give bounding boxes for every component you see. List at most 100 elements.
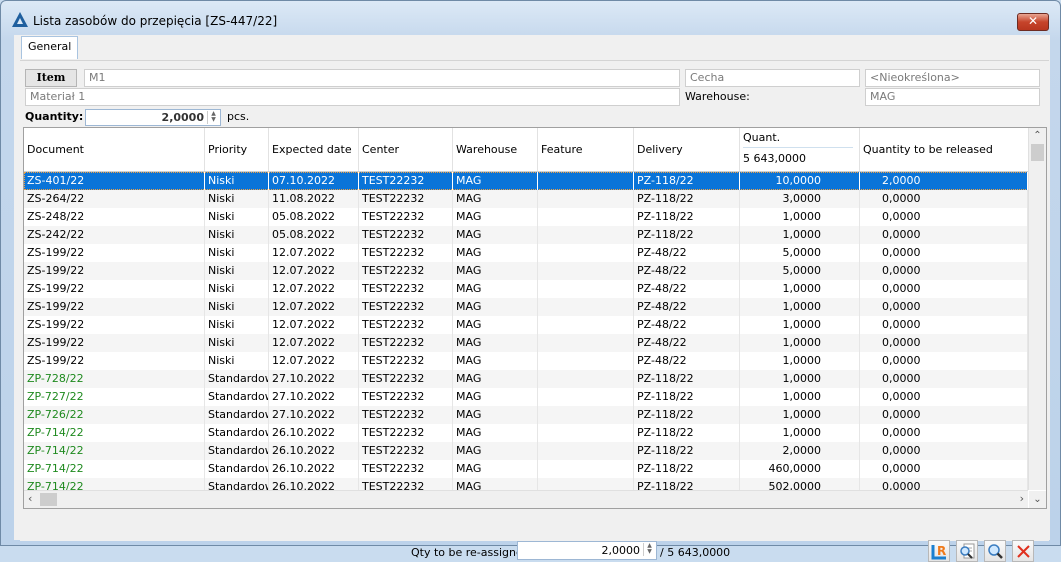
cell-delivery: PZ-48/22 xyxy=(634,298,740,316)
cell-document: ZS-199/22 xyxy=(24,298,205,316)
table-row[interactable]: ZS-242/22 Niski 05.08.2022 TEST22232 MAG PZ-1… xyxy=(24,226,1028,244)
scroll-up-icon[interactable]: ⌃ xyxy=(1029,130,1046,141)
window-close-button[interactable]: ✕ xyxy=(1017,13,1049,31)
col-center[interactable]: Center xyxy=(359,128,453,171)
item-name-field[interactable]: Materiał 1 xyxy=(25,88,680,106)
cell-warehouse: MAG xyxy=(453,172,538,190)
item-code-field[interactable]: M1 xyxy=(84,69,680,87)
cell-release: 0,0000 xyxy=(860,388,1028,406)
cell-document: ZS-199/22 xyxy=(24,352,205,370)
tab-general[interactable]: General xyxy=(21,36,79,59)
scroll-left-icon[interactable]: ‹ xyxy=(28,492,32,505)
scroll-right-icon[interactable]: › xyxy=(1020,492,1024,505)
table-row[interactable]: ZS-199/22 Niski 12.07.2022 TEST22232 MAG PZ-4… xyxy=(24,352,1028,370)
horizontal-scrollbar[interactable]: ‹ › xyxy=(24,490,1028,508)
cell-warehouse: MAG xyxy=(453,280,538,298)
cell-feature xyxy=(538,370,634,388)
table-row[interactable]: ZP-714/22Standardowy26.10.2022TEST22232M… xyxy=(24,460,1028,478)
quantity-input[interactable]: 2,0000 ▲ ▼ xyxy=(85,109,221,126)
close-button[interactable] xyxy=(1012,540,1034,562)
quantity-label: Quantity: xyxy=(25,110,84,123)
table-row[interactable]: ZS-401/22 Niski 07.10.2022 TEST22232 MAG PZ-1… xyxy=(24,172,1028,190)
table-row[interactable]: ZP-714/22Standardowy26.10.2022TEST22232M… xyxy=(24,424,1028,442)
table-row[interactable]: ZP-726/22Standardowy27.10.2022TEST22232M… xyxy=(24,406,1028,424)
vertical-scroll-thumb[interactable] xyxy=(1031,144,1044,161)
col-delivery[interactable]: Delivery xyxy=(634,128,740,171)
feature-value-field[interactable]: <Nieokreślona> xyxy=(865,69,1040,87)
cell-delivery: PZ-48/22 xyxy=(634,316,740,334)
cell-feature xyxy=(538,334,634,352)
scroll-down-icon[interactable]: ⌄ xyxy=(1029,491,1046,508)
cell-document: ZP-714/22 xyxy=(24,460,205,478)
cell-date: 11.08.2022 xyxy=(269,190,359,208)
vertical-scrollbar[interactable]: ⌃ xyxy=(1028,128,1046,490)
cell-quant: 5,0000 xyxy=(740,244,860,262)
col-expected-date[interactable]: Expected date xyxy=(269,128,359,171)
warehouse-field[interactable]: MAG xyxy=(865,88,1040,106)
item-button[interactable]: Item xyxy=(25,69,77,87)
col-feature[interactable]: Feature xyxy=(538,128,634,171)
cell-warehouse: MAG xyxy=(453,424,538,442)
col-quant[interactable]: Quant. 5 643,0000 xyxy=(740,128,860,171)
cell-date: 27.10.2022 xyxy=(269,370,359,388)
warehouse-label: Warehouse: xyxy=(685,90,750,103)
cell-center: TEST22232 xyxy=(359,442,453,460)
cell-delivery: PZ-48/22 xyxy=(634,352,740,370)
col-quantity-to-release[interactable]: Quantity to be released xyxy=(860,128,1028,171)
title-bar: Lista zasobów do przepięcia [ZS-447/22] … xyxy=(1,1,1060,34)
cell-center: TEST22232 xyxy=(359,262,453,280)
cell-center: TEST22232 xyxy=(359,334,453,352)
table-row[interactable]: ZP-728/22Standardowy27.10.2022TEST22232M… xyxy=(24,370,1028,388)
cell-document: ZP-727/22 xyxy=(24,388,205,406)
cell-quant: 3,0000 xyxy=(740,190,860,208)
cell-quant: 1,0000 xyxy=(740,388,860,406)
cell-feature xyxy=(538,172,634,190)
cell-date: 12.07.2022 xyxy=(269,334,359,352)
col-document[interactable]: Document xyxy=(24,128,205,171)
reassign-input[interactable]: 2,0000 ▲ ▼ xyxy=(517,541,657,560)
col-quant-sum: 5 643,0000 xyxy=(743,152,806,165)
cell-priority: Standardowy xyxy=(205,406,269,424)
cell-date: 27.10.2022 xyxy=(269,406,359,424)
table-row[interactable]: ZP-714/22Standardowy26.10.2022TEST22232M… xyxy=(24,442,1028,460)
horizontal-scroll-thumb[interactable] xyxy=(40,493,57,506)
table-row[interactable]: ZS-199/22 Niski 12.07.2022 TEST22232 MAG PZ-4… xyxy=(24,244,1028,262)
cell-center: TEST22232 xyxy=(359,352,453,370)
table-row[interactable]: ZS-248/22 Niski 05.08.2022 TEST22232 MAG PZ-1… xyxy=(24,208,1028,226)
quantity-spinner[interactable]: ▲ ▼ xyxy=(207,111,219,124)
cell-document: ZS-199/22 xyxy=(24,280,205,298)
cell-quant: 1,0000 xyxy=(740,226,860,244)
table-row[interactable]: ZP-727/22Standardowy27.10.2022TEST22232M… xyxy=(24,388,1028,406)
cell-warehouse: MAG xyxy=(453,388,538,406)
cell-center: TEST22232 xyxy=(359,172,453,190)
search-button[interactable] xyxy=(984,540,1006,562)
reassign-spinner[interactable]: ▲ ▼ xyxy=(643,543,655,556)
feature-field[interactable]: Cecha xyxy=(685,69,860,87)
cell-release: 0,0000 xyxy=(860,244,1028,262)
table-row[interactable]: ZS-199/22 Niski 12.07.2022 TEST22232 MAG PZ-4… xyxy=(24,298,1028,316)
table-row[interactable]: ZS-199/22 Niski 12.07.2022 TEST22232 MAG PZ-4… xyxy=(24,316,1028,334)
table-row[interactable]: ZS-199/22 Niski 12.07.2022 TEST22232 MAG PZ-4… xyxy=(24,280,1028,298)
preview-button[interactable] xyxy=(956,540,978,562)
cell-release: 0,0000 xyxy=(860,316,1028,334)
quantity-value: 2,0000 xyxy=(161,111,204,124)
cell-feature xyxy=(538,280,634,298)
report-button[interactable]: R xyxy=(928,540,950,562)
cell-warehouse: MAG xyxy=(453,316,538,334)
col-warehouse[interactable]: Warehouse xyxy=(453,128,538,171)
table-row[interactable]: ZS-199/22 Niski 12.07.2022 TEST22232 MAG PZ-4… xyxy=(24,262,1028,280)
dialog-client: General Item M1 Materiał 1 Cecha <Nieokr… xyxy=(14,35,1050,562)
dialog-window: Lista zasobów do przepięcia [ZS-447/22] … xyxy=(0,0,1061,562)
cell-center: TEST22232 xyxy=(359,316,453,334)
table-row[interactable]: ZS-264/22 Niski 11.08.2022 TEST22232 MAG PZ-1… xyxy=(24,190,1028,208)
cell-center: TEST22232 xyxy=(359,424,453,442)
cell-priority: Standardowy xyxy=(205,424,269,442)
cell-delivery: PZ-118/22 xyxy=(634,208,740,226)
cell-delivery: PZ-118/22 xyxy=(634,172,740,190)
cell-delivery: PZ-48/22 xyxy=(634,334,740,352)
cell-date: 05.08.2022 xyxy=(269,208,359,226)
col-priority[interactable]: Priority xyxy=(205,128,269,171)
table-row[interactable]: ZS-199/22 Niski 12.07.2022 TEST22232 MAG PZ-4… xyxy=(24,334,1028,352)
cell-warehouse: MAG xyxy=(453,298,538,316)
cell-center: TEST22232 xyxy=(359,388,453,406)
